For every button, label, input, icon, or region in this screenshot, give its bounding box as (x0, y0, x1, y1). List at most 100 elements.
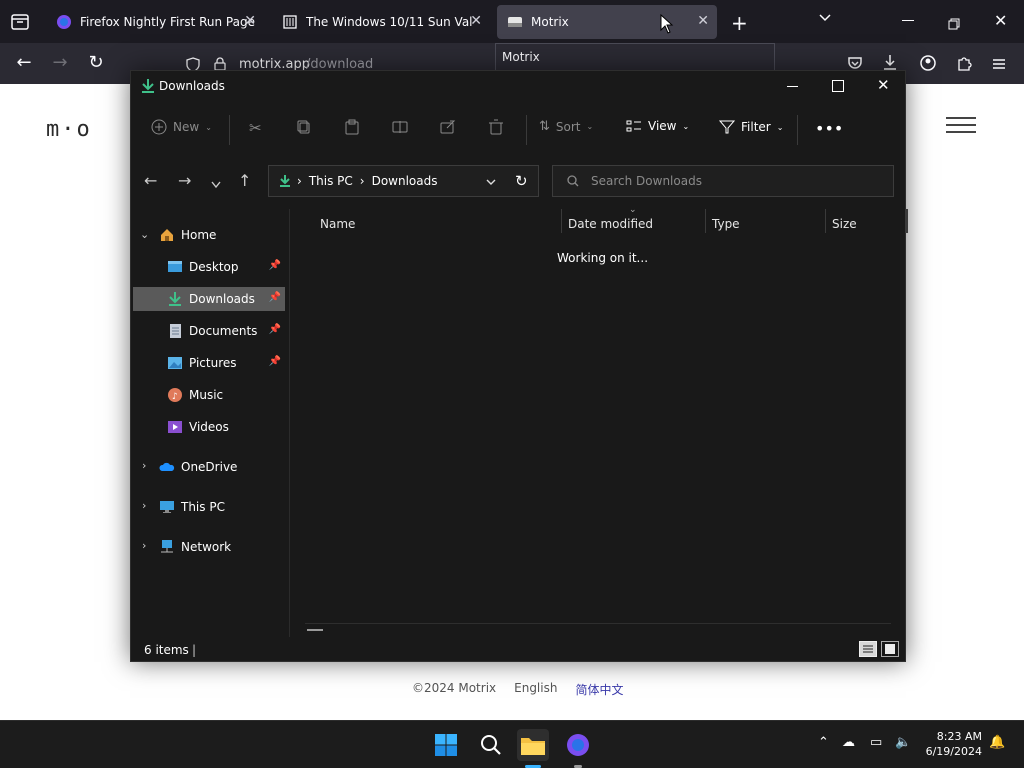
new-tab-icon[interactable]: + (731, 11, 748, 35)
minimize-icon[interactable] (787, 86, 798, 87)
nav-label: OneDrive (181, 460, 238, 474)
horizontal-scrollbar-thumb[interactable] (307, 629, 323, 631)
downloads-folder-icon (142, 79, 154, 93)
nav-item-documents[interactable]: Documents 📌 (133, 319, 285, 343)
up-icon[interactable]: ↑ (238, 173, 251, 189)
tab-overview-icon[interactable] (10, 12, 30, 32)
share-button[interactable] (440, 119, 456, 135)
language-chinese-link[interactable]: 简体中文 (575, 681, 623, 698)
search-icon[interactable] (475, 729, 507, 761)
nav-item-downloads[interactable]: Downloads 📌 (133, 287, 285, 311)
firefox-nightly-taskbar-icon[interactable] (562, 729, 594, 761)
breadcrumb-this-pc[interactable]: This PC (309, 174, 353, 188)
tab-label: Firefox Nightly First Run Page (80, 15, 255, 29)
restore-icon[interactable] (948, 15, 960, 34)
lock-icon (214, 57, 226, 71)
address-dropdown-icon[interactable] (485, 178, 497, 188)
tab-label: Motrix (531, 15, 569, 29)
chevron-down-icon[interactable]: ⌄ (140, 228, 149, 241)
column-header-date-modified[interactable]: Date modified (568, 217, 653, 231)
column-header-size[interactable]: Size (832, 217, 857, 231)
close-tab-icon[interactable]: ✕ (470, 13, 482, 29)
page-footer: ©2024 Motrix English 简体中文 (412, 681, 623, 698)
tab-windows-sun-valley[interactable]: The Windows 10/11 Sun Valley/ ✕ (272, 5, 490, 39)
back-icon[interactable]: ← (144, 173, 157, 189)
list-tabs-icon[interactable] (818, 11, 832, 29)
tiles-view-icon[interactable] (881, 641, 899, 657)
windows-taskbar: ⌃ ☁ ▭ 🔈 8:23 AM 6/19/2024 🔔 (0, 720, 1024, 768)
nav-item-videos[interactable]: Videos (133, 415, 285, 439)
motrix-logo[interactable]: m·o (46, 117, 92, 142)
nav-item-this-pc[interactable]: › This PC (133, 495, 285, 519)
chevron-right-icon[interactable]: › (142, 539, 146, 552)
column-header-type[interactable]: Type (712, 217, 740, 231)
recent-locations-icon[interactable] (210, 175, 222, 194)
minimize-icon[interactable] (902, 20, 914, 21)
nav-item-music[interactable]: ♪ Music (133, 383, 285, 407)
search-input[interactable]: Search Downloads (552, 165, 894, 197)
details-view-icon[interactable] (859, 641, 877, 657)
onedrive-offline-icon[interactable]: ☁ (842, 735, 855, 750)
explorer-command-bar: New ⌄ ✂ ⇅ Sort ⌄ View ⌄ Filter ⌄ ••• (131, 103, 905, 155)
breadcrumb-downloads[interactable]: Downloads (372, 174, 438, 188)
volume-muted-icon[interactable]: 🔈 (895, 735, 911, 750)
view-list-icon (626, 120, 641, 132)
horizontal-scrollbar-track[interactable] (305, 623, 891, 624)
cut-button[interactable]: ✂ (249, 119, 262, 137)
nav-label: Downloads (189, 292, 255, 306)
explorer-address-row: ← → ↑ › This PC › Downloads ↻ Search Dow… (131, 155, 905, 207)
back-icon[interactable]: ← (12, 51, 36, 75)
app-menu-icon[interactable] (992, 56, 1006, 75)
chevron-right-icon[interactable]: › (142, 459, 146, 472)
vertical-scrollbar[interactable] (905, 209, 908, 233)
tab-motrix[interactable]: Motrix ✕ (497, 5, 717, 39)
copy-button[interactable] (296, 119, 312, 135)
explorer-title-bar: Downloads ✕ (131, 71, 905, 103)
nav-item-network[interactable]: › Network (133, 535, 285, 559)
close-tab-icon[interactable]: ✕ (244, 13, 256, 29)
maximize-icon[interactable] (832, 80, 844, 92)
nav-item-home[interactable]: ⌄ Home (133, 223, 285, 247)
network-icon[interactable]: ▭ (870, 735, 882, 750)
forward-icon[interactable]: → (48, 51, 72, 75)
address-bar[interactable]: › This PC › Downloads ↻ (268, 165, 539, 197)
reload-icon[interactable]: ↻ (84, 51, 108, 75)
rename-icon (392, 121, 408, 133)
view-button[interactable]: View ⌄ (626, 119, 689, 133)
sort-button[interactable]: ⇅ Sort ⌄ (539, 119, 593, 134)
pin-icon: 📌 (268, 260, 281, 271)
nav-item-onedrive[interactable]: › OneDrive (133, 455, 285, 479)
paste-button[interactable] (344, 119, 360, 135)
rename-button[interactable] (392, 119, 408, 135)
desktop-icon (168, 261, 182, 272)
account-icon[interactable] (920, 55, 936, 75)
delete-button[interactable] (488, 119, 504, 135)
scissors-icon: ✂ (249, 119, 262, 137)
filter-button[interactable]: Filter ⌄ (719, 119, 783, 135)
more-options-icon[interactable]: ••• (815, 119, 843, 138)
view-label: View (648, 119, 677, 133)
pin-icon: 📌 (268, 324, 281, 335)
notifications-icon[interactable]: 🔔 (989, 735, 1005, 750)
nav-label: Home (181, 228, 217, 242)
hamburger-menu-icon[interactable] (946, 112, 976, 138)
new-button[interactable]: New ⌄ (151, 119, 212, 135)
close-window-icon[interactable]: ✕ (994, 11, 1007, 30)
system-clock[interactable]: 8:23 AM 6/19/2024 (922, 729, 982, 759)
nav-item-desktop[interactable]: Desktop 📌 (133, 255, 285, 279)
tab-firefox-first-run[interactable]: Firefox Nightly First Run Page ✕ (46, 5, 264, 39)
chevron-right-icon[interactable]: › (142, 499, 146, 512)
tooltip-text: Motrix (502, 50, 540, 64)
file-explorer-taskbar-icon[interactable] (517, 729, 549, 761)
show-hidden-icons-icon[interactable]: ⌃ (818, 735, 829, 750)
nav-item-pictures[interactable]: Pictures 📌 (133, 351, 285, 375)
language-english-link[interactable]: English (514, 681, 557, 698)
nav-label: This PC (181, 500, 225, 514)
close-window-icon[interactable]: ✕ (877, 76, 890, 94)
windows-start-icon[interactable] (430, 729, 462, 761)
refresh-icon[interactable]: ↻ (515, 172, 528, 190)
forward-icon[interactable]: → (178, 173, 191, 189)
close-tab-icon[interactable]: ✕ (697, 13, 709, 29)
extensions-icon[interactable] (956, 55, 972, 75)
column-header-name[interactable]: Name (320, 217, 355, 231)
